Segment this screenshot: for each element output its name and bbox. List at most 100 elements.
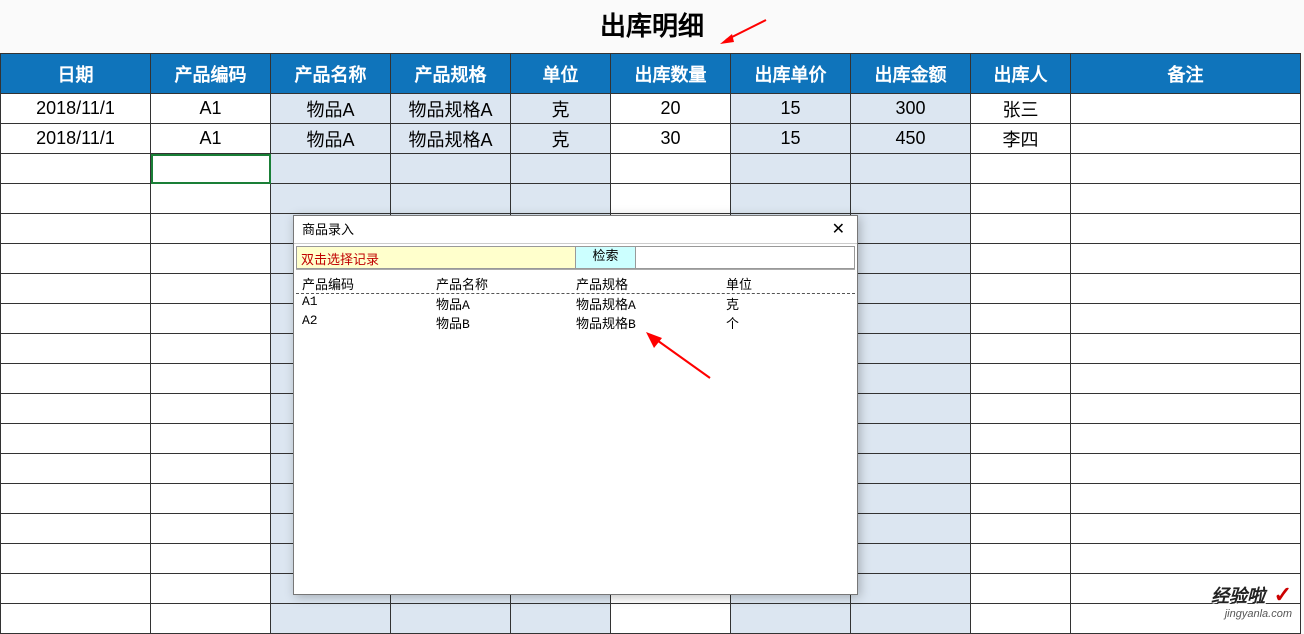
cell-blank[interactable] [971, 394, 1071, 424]
cell-blank[interactable] [1071, 544, 1301, 574]
cell-blank[interactable] [511, 154, 611, 184]
cell-blank[interactable] [151, 454, 271, 484]
cell-blank[interactable] [851, 364, 971, 394]
cell-code[interactable]: A1 [151, 124, 271, 154]
cell-unit[interactable]: 克 [511, 94, 611, 124]
cell-blank[interactable] [731, 184, 851, 214]
cell-blank[interactable] [971, 604, 1071, 634]
cell-qty[interactable]: 20 [611, 94, 731, 124]
cell-blank[interactable] [151, 334, 271, 364]
cell-blank[interactable] [1, 184, 151, 214]
cell-blank[interactable] [971, 544, 1071, 574]
cell-note[interactable] [1071, 124, 1301, 154]
cell-blank[interactable] [271, 154, 391, 184]
cell-blank[interactable] [851, 604, 971, 634]
cell-blank[interactable] [851, 244, 971, 274]
cell-amount[interactable]: 450 [851, 124, 971, 154]
cell-blank[interactable] [971, 304, 1071, 334]
cell-blank[interactable] [971, 154, 1071, 184]
cell-blank[interactable] [1071, 394, 1301, 424]
cell-blank[interactable] [1, 154, 151, 184]
cell-blank[interactable] [151, 184, 271, 214]
cell-blank[interactable] [1, 604, 151, 634]
cell-blank[interactable] [1071, 454, 1301, 484]
search-input[interactable] [636, 246, 855, 269]
cell-blank[interactable] [151, 364, 271, 394]
cell-blank[interactable] [511, 184, 611, 214]
cell-date[interactable]: 2018/11/1 [1, 94, 151, 124]
cell-blank[interactable] [971, 184, 1071, 214]
cell-blank[interactable] [1, 394, 151, 424]
cell-blank[interactable] [1, 214, 151, 244]
cell-blank[interactable] [1071, 514, 1301, 544]
list-item[interactable]: A1物品A物品规格A克 [296, 294, 855, 313]
cell-blank[interactable] [611, 184, 731, 214]
cell-person[interactable]: 李四 [971, 124, 1071, 154]
cell-blank[interactable] [851, 154, 971, 184]
cell-blank[interactable] [1, 544, 151, 574]
cell-blank[interactable] [851, 454, 971, 484]
cell-blank[interactable] [1071, 484, 1301, 514]
cell-note[interactable] [1071, 94, 1301, 124]
cell-qty[interactable]: 30 [611, 124, 731, 154]
search-button[interactable]: 检索 [576, 246, 636, 269]
cell-blank[interactable] [1071, 424, 1301, 454]
cell-blank[interactable] [971, 364, 1071, 394]
cell-blank[interactable] [1, 244, 151, 274]
cell-blank[interactable] [151, 154, 271, 184]
cell-blank[interactable] [1, 364, 151, 394]
cell-blank[interactable] [1, 424, 151, 454]
cell-blank[interactable] [851, 334, 971, 364]
cell-blank[interactable] [971, 514, 1071, 544]
cell-price[interactable]: 15 [731, 94, 851, 124]
cell-blank[interactable] [1, 334, 151, 364]
cell-blank[interactable] [1071, 214, 1301, 244]
cell-date[interactable]: 2018/11/1 [1, 124, 151, 154]
cell-blank[interactable] [611, 154, 731, 184]
cell-blank[interactable] [851, 574, 971, 604]
cell-blank[interactable] [271, 604, 391, 634]
cell-code[interactable]: A1 [151, 94, 271, 124]
cell-blank[interactable] [151, 304, 271, 334]
list-item[interactable]: A2物品B物品规格B个 [296, 313, 855, 332]
cell-blank[interactable] [151, 514, 271, 544]
cell-blank[interactable] [151, 394, 271, 424]
cell-person[interactable]: 张三 [971, 94, 1071, 124]
cell-blank[interactable] [151, 274, 271, 304]
cell-blank[interactable] [851, 424, 971, 454]
cell-blank[interactable] [1071, 334, 1301, 364]
cell-blank[interactable] [1, 454, 151, 484]
cell-blank[interactable] [151, 244, 271, 274]
cell-price[interactable]: 15 [731, 124, 851, 154]
cell-spec[interactable]: 物品规格A [391, 124, 511, 154]
cell-blank[interactable] [1071, 154, 1301, 184]
cell-blank[interactable] [731, 604, 851, 634]
cell-blank[interactable] [151, 604, 271, 634]
cell-name[interactable]: 物品A [271, 94, 391, 124]
cell-blank[interactable] [511, 604, 611, 634]
cell-blank[interactable] [971, 214, 1071, 244]
cell-blank[interactable] [1, 304, 151, 334]
cell-blank[interactable] [851, 184, 971, 214]
cell-blank[interactable] [851, 214, 971, 244]
cell-blank[interactable] [1071, 184, 1301, 214]
cell-blank[interactable] [391, 154, 511, 184]
cell-blank[interactable] [851, 544, 971, 574]
cell-blank[interactable] [391, 184, 511, 214]
cell-blank[interactable] [1071, 244, 1301, 274]
cell-blank[interactable] [851, 274, 971, 304]
cell-amount[interactable]: 300 [851, 94, 971, 124]
cell-blank[interactable] [971, 484, 1071, 514]
cell-blank[interactable] [611, 604, 731, 634]
cell-blank[interactable] [731, 154, 851, 184]
cell-blank[interactable] [151, 214, 271, 244]
cell-blank[interactable] [391, 604, 511, 634]
cell-blank[interactable] [151, 544, 271, 574]
cell-blank[interactable] [851, 514, 971, 544]
cell-blank[interactable] [851, 394, 971, 424]
cell-blank[interactable] [1071, 304, 1301, 334]
close-icon[interactable]: ✕ [828, 216, 849, 244]
cell-blank[interactable] [271, 184, 391, 214]
cell-name[interactable]: 物品A [271, 124, 391, 154]
cell-blank[interactable] [151, 424, 271, 454]
